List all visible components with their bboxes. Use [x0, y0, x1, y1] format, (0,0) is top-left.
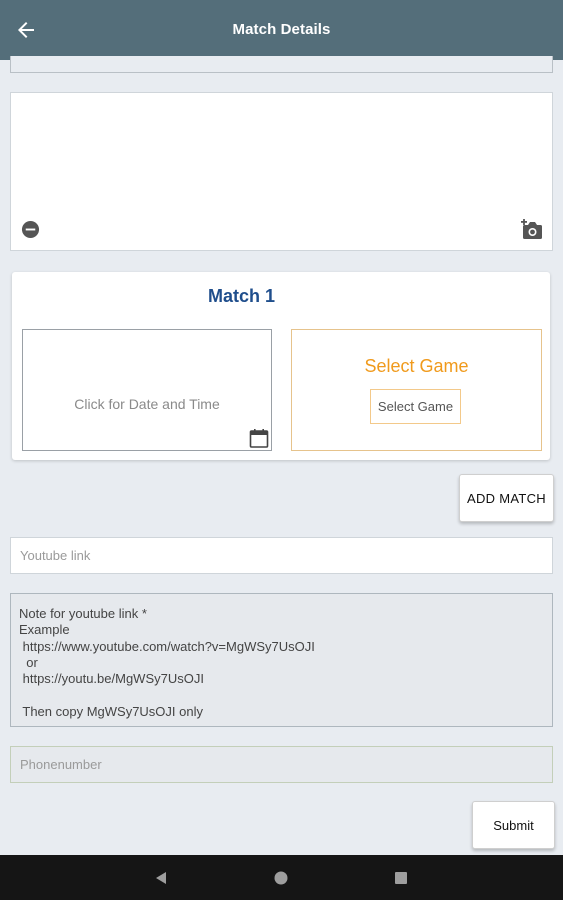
submit-button[interactable]: Submit: [472, 801, 555, 849]
camera-plus-icon[interactable]: [520, 218, 544, 240]
date-time-placeholder: Click for Date and Time: [74, 396, 220, 412]
youtube-note: Note for youtube link * Example https://…: [10, 593, 553, 727]
image-upload-area[interactable]: [10, 92, 553, 251]
app-bar: Match Details: [0, 0, 563, 60]
select-game-button[interactable]: Select Game: [370, 389, 461, 424]
add-match-button[interactable]: ADD MATCH: [459, 474, 554, 522]
calendar-icon[interactable]: [249, 428, 269, 448]
page-title: Match Details: [232, 21, 331, 38]
select-game-title: Select Game: [364, 356, 469, 376]
nav-recent-icon[interactable]: [394, 871, 408, 885]
match-card: Match 1 Click for Date and Time Select G…: [12, 272, 550, 460]
nav-back-icon[interactable]: [154, 871, 168, 885]
phone-number-input[interactable]: Phonenumber: [10, 746, 553, 783]
nav-home-icon[interactable]: [274, 871, 288, 885]
game-selector: Select Game Select Game: [291, 329, 542, 451]
previous-field-edge: [10, 56, 553, 73]
date-time-picker[interactable]: Click for Date and Time: [22, 329, 272, 451]
minus-circle-icon[interactable]: [21, 220, 40, 239]
system-nav-bar: [0, 855, 563, 900]
match-title: Match 1: [208, 286, 276, 306]
youtube-link-input[interactable]: Youtube link: [10, 537, 553, 574]
